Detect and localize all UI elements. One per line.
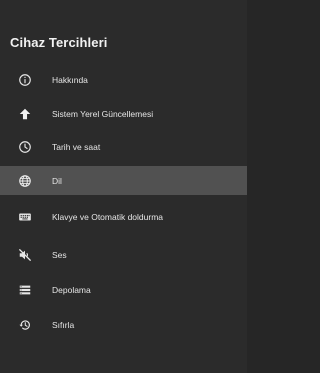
menu-item-label: Sistem Yerel Güncellemesi xyxy=(52,108,154,119)
arrow-up-icon xyxy=(18,107,32,121)
globe-icon xyxy=(18,174,32,188)
menu-item-language[interactable]: Dil xyxy=(0,166,247,195)
menu-item-sound[interactable]: Ses xyxy=(0,240,247,269)
menu-item-label: Dil xyxy=(52,175,62,186)
menu-item-label: Sıfırla xyxy=(52,319,75,330)
menu-item-about[interactable]: Hakkında xyxy=(0,65,247,94)
info-icon xyxy=(18,73,32,87)
menu-item-label: Klavye ve Otomatik doldurma xyxy=(52,211,164,222)
menu-item-reset[interactable]: Sıfırla xyxy=(0,310,247,339)
storage-icon xyxy=(18,283,32,297)
menu-item-label: Hakkında xyxy=(52,74,88,85)
menu-item-label: Ses xyxy=(52,249,67,260)
menu-item-date-time[interactable]: Tarih ve saat xyxy=(0,132,247,161)
sound-off-icon xyxy=(18,248,32,262)
menu-item-label: Depolama xyxy=(52,284,91,295)
reset-history-icon xyxy=(18,318,32,332)
menu-item-keyboard-autofill[interactable]: Klavye ve Otomatik doldurma xyxy=(0,202,247,231)
device-preferences-panel: Cihaz Tercihleri Hakkında Sistem Yerel G… xyxy=(0,0,247,373)
page-title: Cihaz Tercihleri xyxy=(10,35,108,50)
keyboard-icon xyxy=(18,210,32,224)
menu-item-system-update[interactable]: Sistem Yerel Güncellemesi xyxy=(0,99,247,128)
clock-icon xyxy=(18,140,32,154)
menu-item-storage[interactable]: Depolama xyxy=(0,275,247,304)
menu-item-label: Tarih ve saat xyxy=(52,141,101,152)
